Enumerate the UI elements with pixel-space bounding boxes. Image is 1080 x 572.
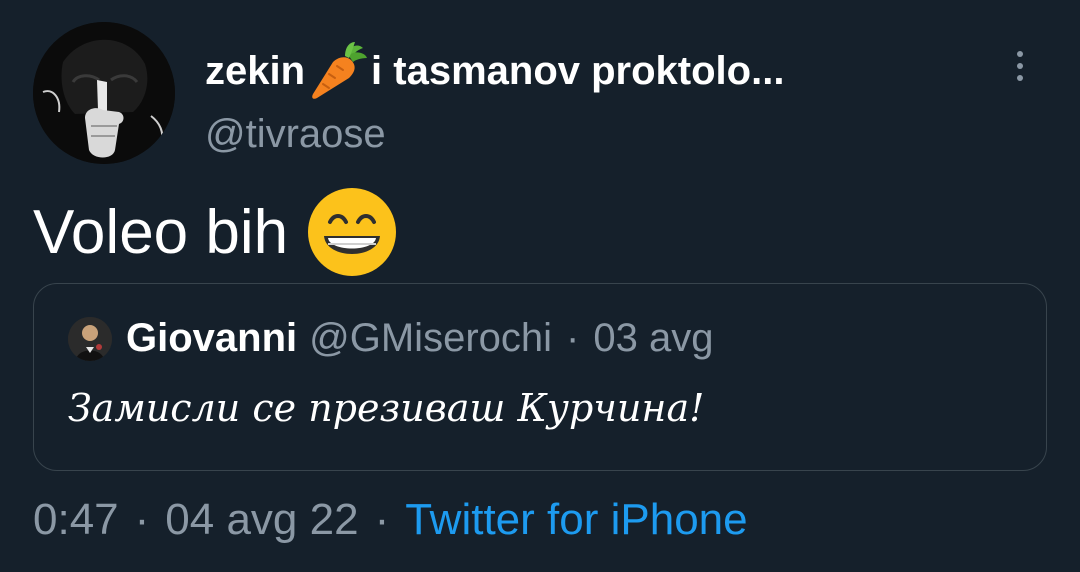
footer-separator-2: ·	[374, 495, 390, 544]
tweet-time[interactable]: 0:47	[33, 495, 119, 545]
tweet-source-link[interactable]: Twitter for iPhone	[405, 495, 747, 545]
grinning-face-icon	[306, 186, 398, 278]
quoted-tweet-card[interactable]: Giovanni @GMiserochi · 03 avg Замисли се…	[33, 283, 1047, 471]
quoted-separator: ·	[566, 316, 580, 360]
quoted-tweet-text: Замисли се презиваш Курчина!	[68, 386, 705, 430]
author-avatar[interactable]	[33, 22, 175, 164]
author-name-part1: zekin	[205, 48, 306, 93]
author-name-part2: i tasmanov proktolo...	[371, 48, 785, 93]
tweet-date[interactable]: 04 avg 22	[165, 495, 358, 545]
tweet-text-content: Voleo bih	[33, 197, 289, 267]
author-display-name[interactable]: zekin i tasmanov proktolo...	[205, 40, 784, 102]
author-handle[interactable]: @tivraose	[205, 112, 386, 157]
more-options-icon[interactable]	[1010, 46, 1030, 86]
tweet-footer: 0:47 · 04 avg 22 · Twitter for iPhone	[33, 495, 748, 545]
footer-separator-1: ·	[134, 495, 150, 544]
quoted-tweet-date[interactable]: 03 avg	[593, 316, 713, 361]
quoted-author-avatar[interactable]	[68, 316, 112, 361]
quoted-author-handle[interactable]: @GMiserochi	[309, 316, 552, 361]
carrot-icon	[307, 40, 369, 102]
quoted-author-name[interactable]: Giovanni	[126, 316, 297, 361]
quoted-tweet-header: Giovanni @GMiserochi · 03 avg	[68, 316, 713, 361]
tweet-text: Voleo bih	[33, 186, 398, 278]
